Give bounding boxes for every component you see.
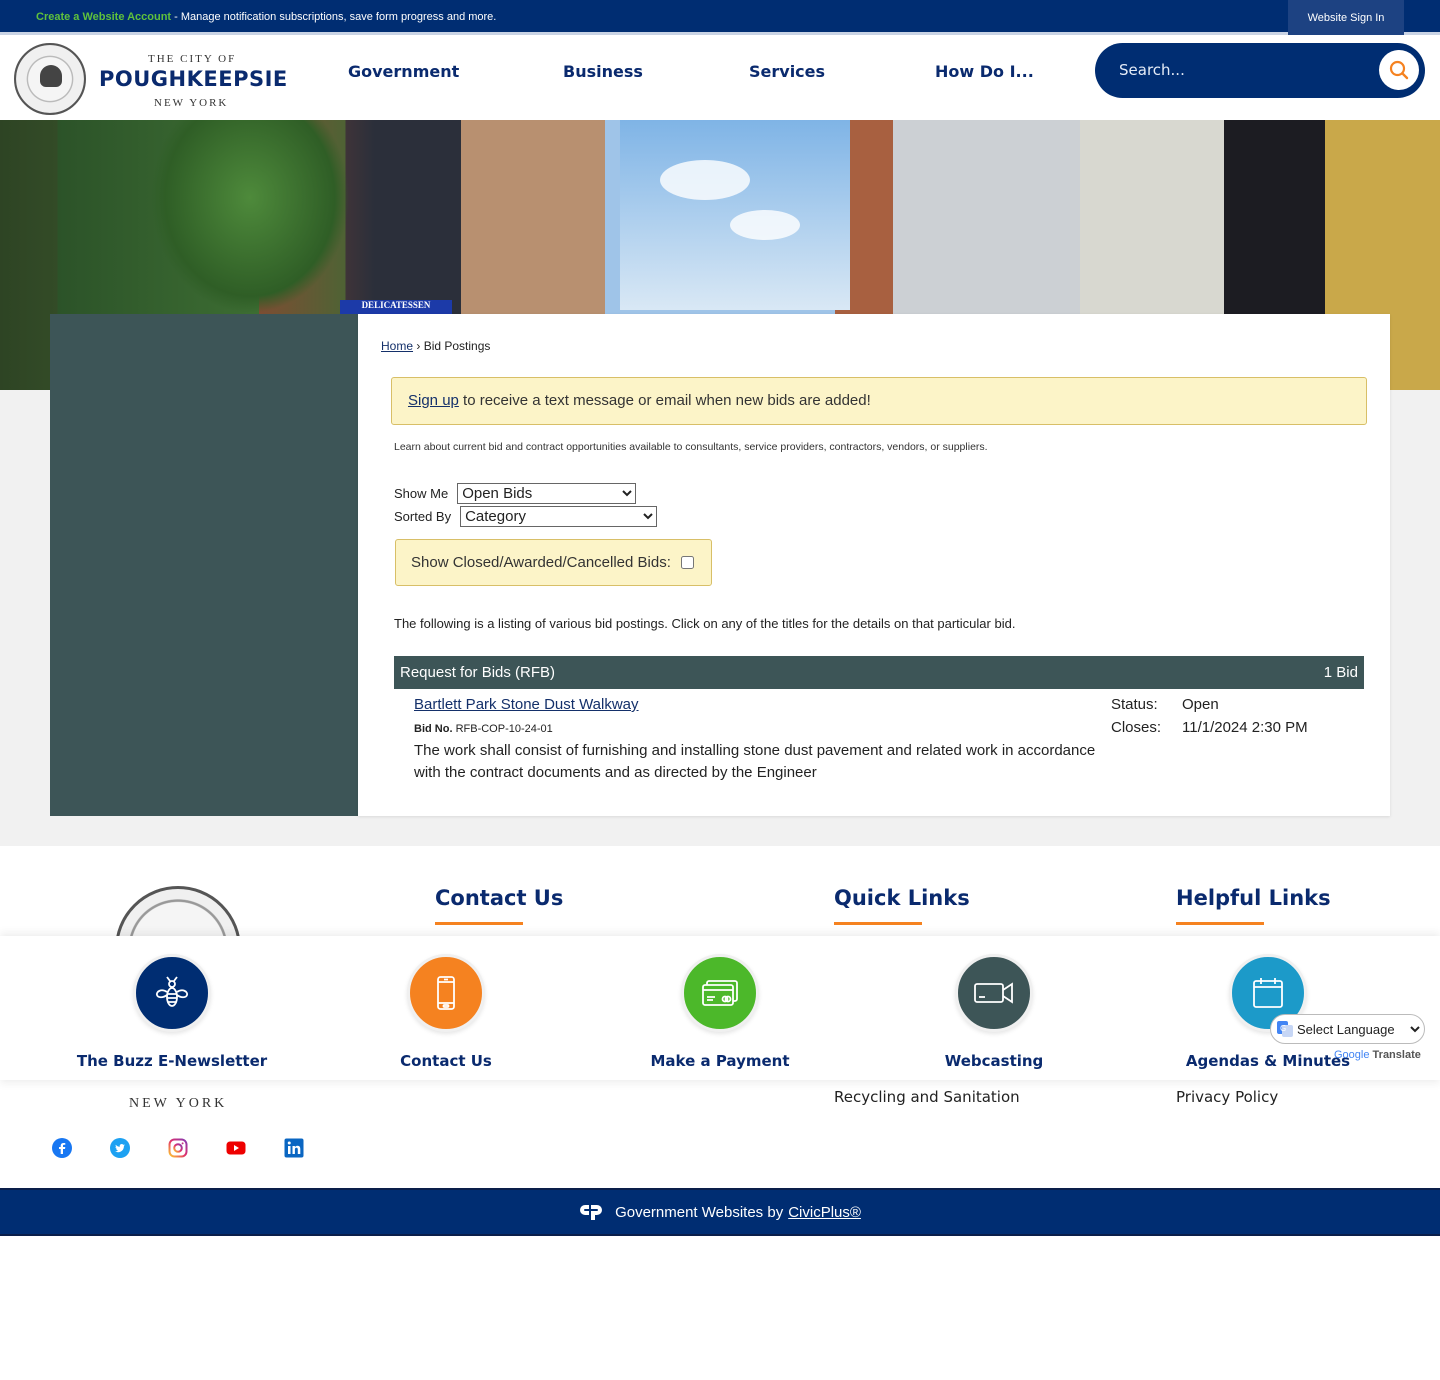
closes-value: 11/1/2024 2:30 PM [1182, 719, 1308, 736]
footer-link-recycling[interactable]: Recycling and Sanitation [834, 1088, 1020, 1106]
sign-up-link[interactable]: Sign up [408, 392, 459, 409]
tile-label: The Buzz E-Newsletter [76, 1052, 268, 1070]
search-input[interactable] [1119, 58, 1359, 82]
show-closed-checkbox[interactable] [680, 556, 694, 569]
tile-circle [133, 954, 211, 1032]
nav-how-do-i[interactable]: How Do I... [935, 62, 1034, 81]
logo-line-1: THE CITY OF [148, 53, 237, 65]
footer-heading-helpful-links: Helpful Links [1176, 886, 1331, 925]
select-language-dropdown[interactable]: Select Language [1293, 1020, 1423, 1038]
facebook-icon[interactable] [52, 1138, 72, 1158]
hero-sign: DELICATESSEN [340, 300, 452, 314]
breadcrumb-home[interactable]: Home [381, 339, 413, 353]
footer-link-privacy[interactable]: Privacy Policy [1176, 1088, 1278, 1106]
alert-text: to receive a text message or email when … [458, 392, 871, 409]
tile-circle [955, 954, 1033, 1032]
bid-meta: Status: Open Closes: 11/1/2024 2:30 PM [1111, 696, 1308, 742]
tile-webcasting[interactable]: Webcasting [894, 954, 1094, 1070]
listing-note: The following is a listing of various bi… [394, 616, 1016, 631]
calendar-icon [1253, 978, 1283, 1008]
bid-number: Bid No. RFB-COP-10-24-01 [414, 723, 553, 735]
breadcrumb: Home › Bid Postings [381, 339, 490, 353]
tile-contact-us[interactable]: Contact Us [346, 954, 546, 1070]
footer-heading-contact: Contact Us [435, 886, 564, 925]
bee-icon [155, 976, 189, 1007]
create-account-link[interactable]: Create a Website Account [36, 11, 171, 23]
phone-icon [437, 976, 455, 1010]
show-closed-box: Show Closed/Awarded/Cancelled Bids: [395, 539, 712, 586]
search-icon [1389, 60, 1409, 80]
tile-label: Webcasting [944, 1052, 1044, 1070]
hero-cloud [730, 210, 800, 240]
tile-make-payment[interactable]: Make a Payment [620, 954, 820, 1070]
breadcrumb-current: Bid Postings [423, 339, 491, 353]
city-seal-icon [14, 43, 86, 115]
instagram-icon[interactable] [168, 1138, 188, 1158]
search-button[interactable] [1379, 50, 1419, 90]
nav-services[interactable]: Services [749, 62, 825, 81]
search-box [1095, 43, 1425, 98]
hero-cloud [660, 160, 750, 200]
show-closed-label: Show Closed/Awarded/Cancelled Bids: [411, 554, 671, 571]
bid-description: The work shall consist of furnishing and… [414, 742, 1096, 781]
category-count: 1 Bid [1323, 664, 1358, 681]
footer-state: NEW YORK [129, 1096, 228, 1111]
google-translate-icon: G [1277, 1021, 1293, 1037]
quick-access-tiles: The Buzz E-Newsletter Contact Us Make a … [0, 936, 1440, 1080]
bid-number-value: RFB-COP-10-24-01 [455, 723, 553, 735]
footer-heading-quick-links: Quick Links [834, 886, 970, 925]
sidebar [50, 314, 358, 816]
closes-label: Closes: [1111, 719, 1162, 736]
tile-circle [407, 954, 485, 1032]
show-me-select[interactable]: Open Bids [457, 483, 637, 504]
twitter-icon[interactable] [110, 1138, 130, 1158]
signup-alert: Sign up to receive a text message or ema… [391, 377, 1367, 425]
intro-text: Learn about current bid and contract opp… [394, 441, 988, 453]
website-sign-in-button[interactable]: Website Sign In [1288, 0, 1404, 35]
powered-by-google-translate: Google Translate [1334, 1049, 1421, 1061]
nav-business[interactable]: Business [563, 62, 643, 81]
credit-card-icon [702, 980, 738, 1006]
city-logo[interactable]: THE CITY OF POUGHKEEPSIE NEW YORK [14, 43, 287, 115]
tile-buzz-newsletter[interactable]: The Buzz E-Newsletter [72, 954, 272, 1070]
top-utility-bar: Create a Website Account - Manage notifi… [0, 0, 1440, 35]
hero-sky [620, 120, 850, 310]
bid-number-label: Bid No. [414, 723, 453, 735]
youtube-icon[interactable] [226, 1138, 246, 1158]
logo-line-3: NEW YORK [154, 97, 229, 109]
status-value: Open [1182, 696, 1219, 713]
breadcrumb-separator: › [413, 339, 424, 353]
sorted-by-label: Sorted By [394, 509, 452, 524]
category-name: Request for Bids (RFB) [400, 664, 556, 681]
logo-line-2: POUGHKEEPSIE [99, 67, 288, 91]
linkedin-icon[interactable] [284, 1138, 304, 1158]
translate-wordmark: Translate [1372, 1049, 1421, 1061]
sorted-by-select[interactable]: Category [460, 506, 658, 527]
bid-title-link[interactable]: Bartlett Park Stone Dust Walkway [414, 696, 639, 713]
civicplus-logo-icon [579, 1203, 603, 1221]
sorted-by-filter: Sorted By Category [394, 506, 658, 527]
show-me-label: Show Me [394, 486, 449, 501]
hero-tree [150, 120, 350, 314]
civicplus-link[interactable]: CivicPlus® [788, 1204, 861, 1221]
civicplus-text: Government Websites by [615, 1203, 784, 1221]
status-label: Status: [1111, 696, 1158, 713]
svg-text:G: G [1280, 1024, 1286, 1033]
site-header: THE CITY OF POUGHKEEPSIE NEW YORK Govern… [0, 38, 1440, 120]
google-wordmark: Google [1334, 1049, 1370, 1061]
tile-circle [681, 954, 759, 1032]
account-message-text: - Manage notification subscriptions, sav… [171, 11, 497, 23]
show-me-filter: Show Me Open Bids [394, 483, 637, 504]
language-selector: G Select Language [1270, 1014, 1425, 1044]
video-camera-icon [974, 982, 1013, 1004]
civicplus-bar: Government Websites by CivicPlus® [0, 1188, 1440, 1236]
account-message: Create a Website Account - Manage notifi… [36, 11, 496, 23]
nav-government[interactable]: Government [348, 62, 459, 81]
category-header: Request for Bids (RFB) 1 Bid [394, 656, 1364, 689]
main-content: Home › Bid Postings Sign up to receive a… [358, 314, 1390, 816]
tile-label: Make a Payment [650, 1052, 790, 1070]
tile-label: Contact Us [400, 1052, 492, 1070]
